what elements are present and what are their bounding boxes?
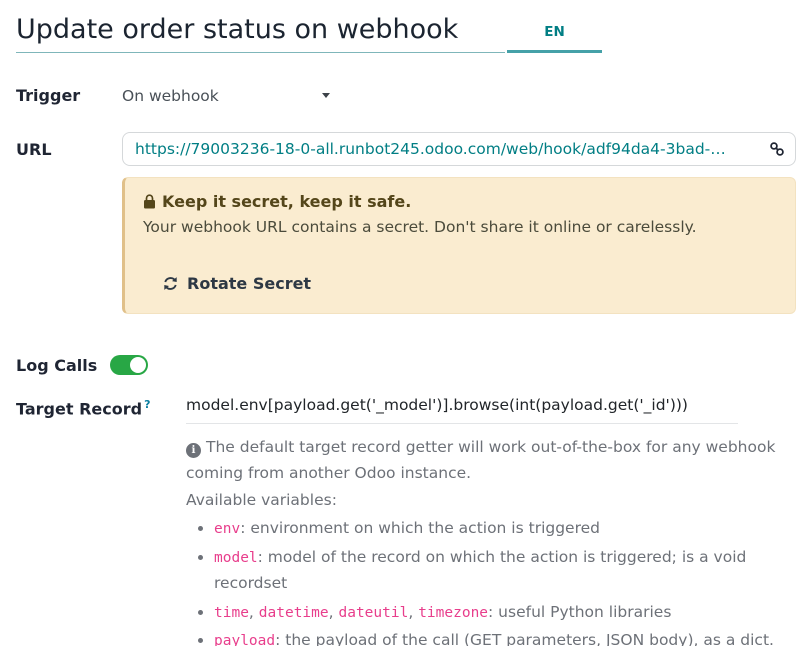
trigger-select[interactable]: On webhook [122,87,334,105]
variables-heading: Available variables: [186,487,796,513]
info-paragraph: iThe default target record getter will w… [186,434,796,487]
help-tooltip-marker[interactable]: ? [144,398,150,411]
info-text: The default target record getter will wo… [186,438,775,482]
trigger-label: Trigger [16,86,122,105]
variables-list: env: environment on which the action is … [194,515,796,646]
log-calls-row: Log Calls [16,355,796,375]
variable-item: model: model of the record on which the … [214,544,796,597]
target-record-label-text: Target Record [16,399,142,418]
refresh-icon [163,276,178,291]
alert-title: Keep it secret, keep it safe. [162,192,411,211]
variable-code: model [214,550,258,566]
target-record-code-input[interactable]: model.env[payload.get('_model')].browse(… [186,396,738,424]
log-calls-label: Log Calls [16,356,110,375]
alert-title-row: Keep it secret, keep it safe. [143,192,777,211]
target-record-value: model.env[payload.get('_model')].browse(… [186,396,796,646]
chevron-down-icon [322,93,330,98]
lock-icon [143,194,156,209]
rotate-secret-button[interactable]: Rotate Secret [157,270,317,297]
alert-body: Your webhook URL contains a secret. Don'… [143,218,777,236]
variable-item: payload: the payload of the call (GET pa… [214,627,796,646]
variable-code: time [214,605,249,621]
secret-warning-alert: Keep it secret, keep it safe. Your webho… [122,177,796,314]
variable-code: env [214,521,240,537]
toggle-knob [130,357,146,373]
variable-code: timezone [418,605,488,621]
record-title-input[interactable]: Update order status on webhook [16,14,505,53]
trigger-selected-value: On webhook [122,87,219,105]
variable-code: dateutil [338,605,408,621]
log-calls-toggle[interactable] [110,355,148,375]
target-record-label: Target Record? [16,396,186,418]
webhook-url-input[interactable]: https://79003236-18-0-all.runbot245.odoo… [122,132,796,166]
url-label: URL [16,140,122,159]
trigger-row: Trigger On webhook [16,86,796,105]
target-record-row: Target Record? model.env[payload.get('_m… [16,396,796,646]
info-icon: i [186,443,201,458]
variable-code: payload [214,633,275,646]
target-record-help: iThe default target record getter will w… [186,434,796,646]
rotate-secret-label: Rotate Secret [187,274,311,293]
url-row: URL https://79003236-18-0-all.runbot245.… [16,132,796,166]
variable-code: datetime [259,605,329,621]
variable-item: time, datetime, dateutil, timezone: usef… [214,599,796,626]
webhook-url-value: https://79003236-18-0-all.runbot245.odoo… [135,140,761,158]
link-icon[interactable] [769,141,785,157]
variable-item: env: environment on which the action is … [214,515,796,542]
header: Update order status on webhook EN [16,14,796,53]
language-button[interactable]: EN [507,24,602,53]
